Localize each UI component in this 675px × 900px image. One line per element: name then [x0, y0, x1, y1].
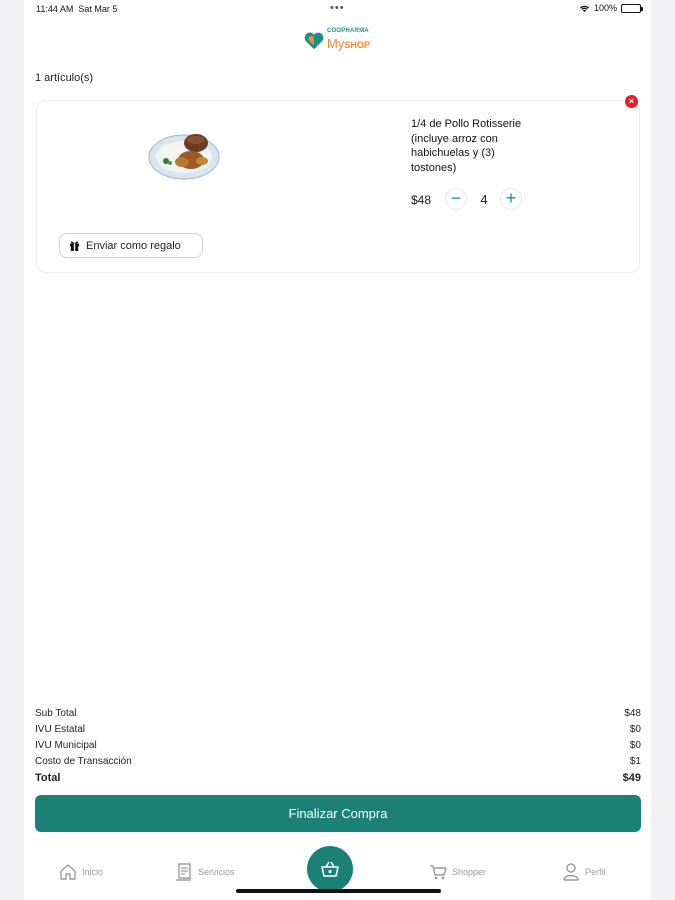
increase-quantity-button[interactable]: +	[500, 188, 522, 210]
ivu-municipal-label: IVU Municipal	[35, 740, 97, 751]
status-time: 11:44 AM Sat Mar 5	[36, 4, 118, 14]
decrease-quantity-button[interactable]: −	[445, 188, 467, 210]
battery-percent: 100%	[593, 3, 617, 13]
ivu-estatal-label: IVU Estatal	[35, 724, 86, 735]
gift-label: Enviar como regalo	[86, 239, 181, 252]
nav-item-inicio[interactable]: Inicio	[58, 862, 103, 882]
cart-item-count: 1 artículo(s)	[35, 72, 94, 84]
battery-icon	[621, 3, 643, 13]
cart-item-card: 1/4 de Pollo Rotisserie (incluye arroz c…	[36, 100, 640, 273]
item-name: 1/4 de Pollo Rotisserie (incluye arroz c…	[411, 118, 522, 174]
transaction-cost-row: Costo de Transacción $1	[35, 754, 641, 770]
status-right: 100%	[579, 3, 643, 13]
multitask-dots[interactable]: •••	[330, 2, 345, 14]
cart-icon	[430, 865, 447, 880]
subtotal-label: Sub Total	[35, 708, 77, 719]
checkout-button[interactable]: Finalizar Compra	[35, 795, 641, 832]
nav-item-servicios[interactable]: Servicios	[174, 862, 235, 882]
ivu-municipal-row: IVU Municipal $0	[35, 738, 641, 754]
app-logo: COOPHARMA MySHOP	[301, 26, 381, 56]
wifi-icon	[579, 5, 589, 12]
food-image	[148, 134, 220, 180]
logo-main-text: MySHOP	[327, 36, 370, 51]
ivu-municipal-value: $0	[629, 740, 641, 751]
item-price: $48	[411, 193, 432, 207]
nav-item-perfil[interactable]: Perfil	[561, 862, 606, 882]
home-icon	[60, 864, 76, 880]
home-indicator[interactable]	[236, 889, 441, 893]
nav-item-cart[interactable]	[307, 846, 353, 892]
gift-icon	[69, 241, 80, 251]
app-screen: 11:44 AM Sat Mar 5 ••• 100% COOPHARMA My…	[24, 0, 651, 900]
total-label: Total	[35, 772, 61, 784]
subtotal-value: $48	[624, 708, 641, 719]
nav-label: Perfil	[585, 867, 606, 877]
ivu-estatal-value: $0	[629, 724, 641, 735]
basket-icon	[321, 861, 339, 877]
nav-label: Servicios	[198, 867, 235, 877]
ivu-estatal-row: IVU Estatal $0	[35, 722, 641, 738]
person-icon	[563, 863, 579, 881]
order-summary: Sub Total $48 IVU Estatal $0 IVU Municip…	[35, 706, 641, 786]
send-as-gift-button[interactable]: Enviar como regalo	[59, 233, 203, 258]
item-quantity: 4	[480, 192, 488, 207]
nav-label: Inicio	[82, 867, 104, 877]
status-bar: 11:44 AM Sat Mar 5 ••• 100%	[24, 0, 651, 18]
nav-item-shopper[interactable]: Shopper	[428, 862, 486, 882]
remove-item-button[interactable]: ×	[625, 95, 638, 108]
logo-top-text: COOPHARMA	[327, 28, 369, 34]
transaction-cost-value: $1	[629, 756, 641, 767]
heart-logo-icon	[304, 32, 324, 50]
total-row: Total $49	[35, 770, 641, 786]
total-value: $49	[622, 772, 641, 784]
services-icon	[176, 863, 191, 881]
nav-label: Shopper	[452, 867, 487, 877]
subtotal-row: Sub Total $48	[35, 706, 641, 722]
transaction-cost-label: Costo de Transacción	[35, 756, 132, 767]
